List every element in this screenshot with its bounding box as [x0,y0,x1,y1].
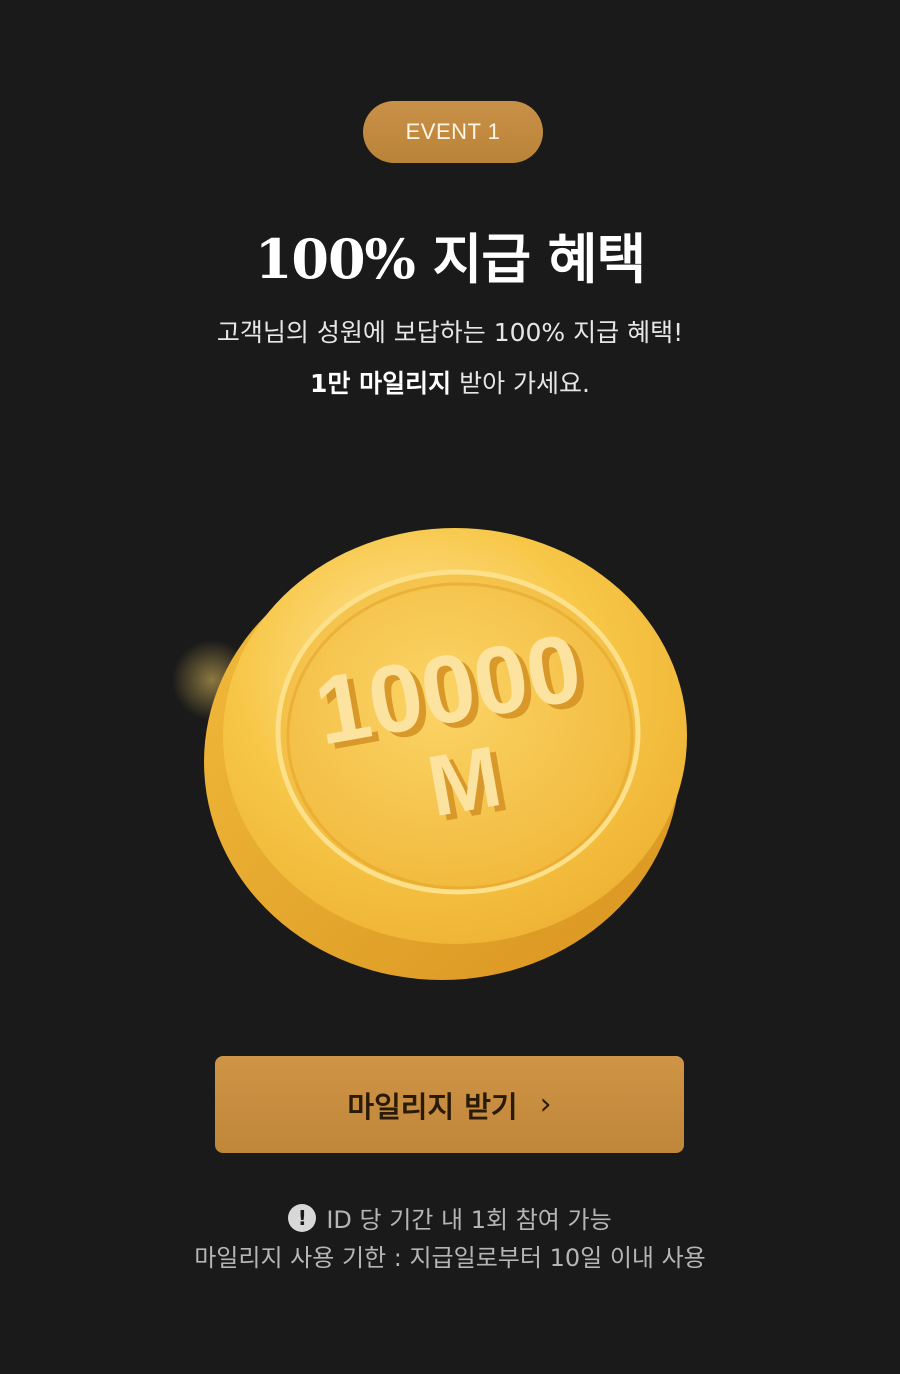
get-mileage-button-label: 마일리지 받기 [347,1089,518,1124]
chevron-right-icon: › [539,1087,552,1122]
mileage-amount-text: 1만 마일리지 [310,369,452,398]
participation-note: ! ID 당 기간 내 1회 참여 가능 [0,1200,900,1235]
info-icon: ! [288,1203,317,1232]
event-badge: EVENT 1 [363,101,543,163]
description-line-1: 고객님의 성원에 보답하는 100% 지급 혜택! [216,318,684,347]
page-title: 100% 지급 혜택 [254,227,646,291]
gold-coin-icon: 10000 10000 M M [150,500,750,1000]
expiry-note: 마일리지 사용 기한 : 지급일로부터 10일 이내 사용 [194,1244,706,1272]
description-line-2-rest: 받아 가세요. [451,369,590,398]
get-mileage-button[interactable]: 마일리지 받기 › [215,1056,684,1153]
participation-note-text: ID 당 기간 내 1회 참여 가능 [326,1206,612,1234]
description-line-2: 1만 마일리지 받아 가세요. [0,364,900,400]
